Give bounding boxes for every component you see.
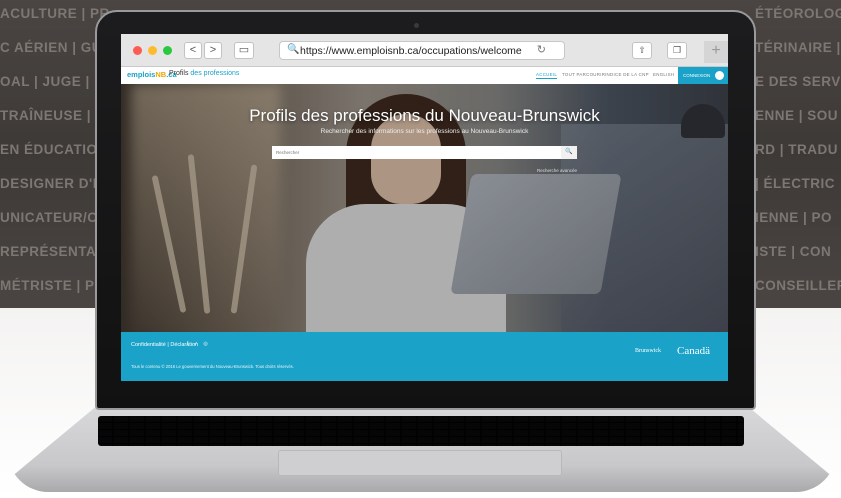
minimize-window-button[interactable] — [148, 46, 157, 55]
hero-subtitle: Rechercher des informations sur les prof… — [320, 128, 529, 135]
share-icon[interactable]: ⇧ — [632, 42, 652, 59]
hero-title: Profils des professions du Nouveau-Bruns… — [249, 106, 600, 125]
laptop-trackpad — [278, 450, 562, 476]
new-tab-button[interactable]: + — [704, 41, 728, 63]
connect-button[interactable]: CONNEXION — [678, 67, 728, 84]
occupation-search-input[interactable] — [272, 146, 577, 159]
back-button[interactable]: < — [184, 42, 202, 59]
user-icon — [715, 71, 724, 80]
address-bar[interactable]: 🔍 https://www.emploisnb.ca/occupations/w… — [279, 41, 565, 60]
nav-cnp-index[interactable]: INDICE DE LA CNP — [605, 72, 649, 77]
laptop-screen: < > ▭ 🔍 https://www.emploisnb.ca/occupat… — [121, 34, 728, 381]
nb-logo: Brunswick — [635, 348, 661, 354]
canada-wordmark: Canadä — [677, 345, 710, 357]
close-window-button[interactable] — [133, 46, 142, 55]
reload-icon[interactable]: ↻ — [537, 43, 546, 56]
nav-home[interactable]: ACCUEIL — [536, 72, 558, 79]
advanced-search-link[interactable]: Recherche avancée — [537, 168, 577, 173]
sidebar-toggle-icon[interactable]: ▭ — [234, 42, 254, 59]
site-section-title: Profils des professions — [169, 70, 240, 77]
search-icon: 🔍 — [287, 44, 300, 55]
camera-icon — [414, 23, 419, 28]
address-url: https://www.emploisnb.ca/occupations/wel… — [300, 45, 522, 57]
laptop-keyboard — [98, 416, 744, 446]
tabs-icon[interactable]: ❐ — [667, 42, 687, 59]
nav-browse-all[interactable]: TOUT PARCOURIR — [562, 72, 605, 77]
search-button[interactable]: 🔍 — [561, 146, 577, 159]
browser-toolbar: < > ▭ 🔍 https://www.emploisnb.ca/occupat… — [121, 34, 728, 67]
nav-english[interactable]: ENGLISH — [653, 72, 674, 77]
forward-button[interactable]: > — [204, 42, 222, 59]
copyright-text: Tous le contenu © 2016 Le gouvernement d… — [131, 364, 294, 369]
site-header: emploisNB.ca Profils des professions ACC… — [121, 67, 728, 84]
site-footer: Confidentialité | Déclaration f ✓ ◎ Tous… — [121, 332, 728, 381]
zoom-window-button[interactable] — [163, 46, 172, 55]
social-icons[interactable]: f ✓ ◎ — [187, 341, 210, 347]
hero-banner: Profils des professions du Nouveau-Bruns… — [121, 84, 728, 332]
